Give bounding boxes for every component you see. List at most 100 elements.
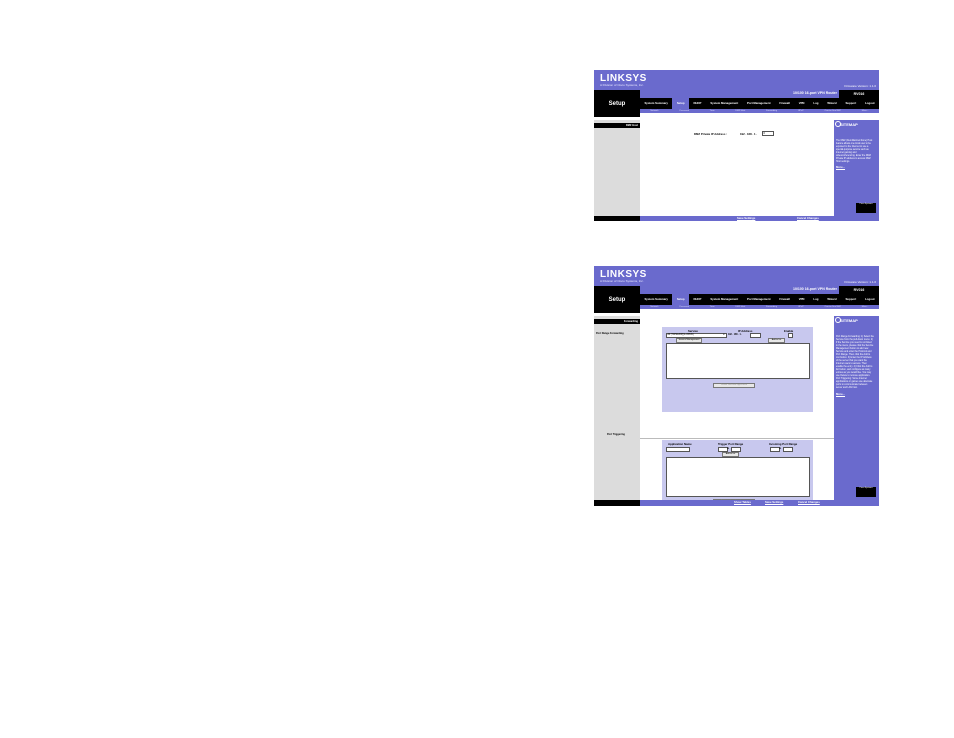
application-name-header: Application Name xyxy=(668,442,692,446)
main-tabs: System Summary Setup DHCP System Managem… xyxy=(640,98,879,109)
sitemap-panel: SITEMAP Port Range Forwarding: 1) Select… xyxy=(834,316,879,500)
tab-setup[interactable]: Setup xyxy=(672,294,690,305)
tab-dhcp[interactable]: DHCP xyxy=(689,294,706,305)
port-triggering-label: Port Triggering xyxy=(607,433,625,436)
tab-wizard[interactable]: Wizard xyxy=(823,98,841,109)
more-link[interactable]: More... xyxy=(836,393,874,396)
header-bar: LINKSYS A Division of Cisco Systems, Inc… xyxy=(594,70,879,90)
subtab-more[interactable]: More... xyxy=(851,109,879,113)
forwarding-list[interactable] xyxy=(666,343,810,379)
screenshot-forwarding: LINKSYS A Division of Cisco Systems, Inc… xyxy=(594,266,879,506)
help-paragraph: The DMZ (Demilitarized Zone) Host featur… xyxy=(836,140,873,163)
incoming-range-to: to xyxy=(779,447,782,450)
main-content: DMZ Private IP Address : 192 . 168 . 1 .… xyxy=(640,117,834,216)
help-text: Port Range Forwarding: 1) Select the Ser… xyxy=(836,336,874,396)
sub-tabs: Network Password Time DMZ Host Forwardin… xyxy=(640,305,879,309)
application-name-input[interactable] xyxy=(666,447,690,452)
product-name: 10/100 16-port VPN Router xyxy=(793,287,837,291)
trigger-port-range-header: Trigger Port Range xyxy=(718,442,744,446)
subtab-password[interactable]: Password xyxy=(669,305,699,309)
tab-wizard[interactable]: Wizard xyxy=(823,294,841,305)
left-column xyxy=(594,120,640,216)
subtab-forwarding[interactable]: Forwarding xyxy=(756,305,788,309)
tab-vpn[interactable]: VPN xyxy=(794,294,809,305)
section-divider xyxy=(640,438,834,439)
port-range-forwarding-label: Port Range Forwarding xyxy=(596,332,624,335)
dmz-ip-last-octet-input[interactable]: 0 xyxy=(762,131,774,136)
product-bar: 10/100 16-port VPN Router RV016 xyxy=(640,90,879,98)
logo-subtitle: A Division of Cisco Systems, Inc. xyxy=(600,83,644,87)
subtab-network[interactable]: Network xyxy=(640,305,669,309)
save-settings-button[interactable]: Save Settings xyxy=(765,500,783,505)
tab-system-management[interactable]: System Management xyxy=(706,98,743,109)
subtab-network[interactable]: Network xyxy=(640,109,669,113)
sitemap-title[interactable]: SITEMAP xyxy=(840,318,858,323)
bottom-bar-left xyxy=(594,500,640,506)
screenshot-dmz-host: LINKSYS A Division of Cisco Systems, Inc… xyxy=(594,70,879,221)
section-title: Setup xyxy=(594,90,640,117)
page-label: DMZ Host xyxy=(594,123,640,128)
more-link[interactable]: More... xyxy=(836,166,874,169)
tab-log[interactable]: Log xyxy=(809,98,823,109)
subtab-dmz-host[interactable]: DMZ Host xyxy=(725,305,756,309)
dmz-ip-prefix: 192 . 168 . 1 . xyxy=(740,132,758,136)
cisco-logo: Cisco Systems xyxy=(856,203,876,213)
section-title: Setup xyxy=(594,286,640,313)
cancel-changes-button[interactable]: Cancel Changes xyxy=(797,216,819,221)
product-bar: 10/100 16-port VPN Router RV016 xyxy=(640,286,879,294)
save-settings-button[interactable]: Save Settings xyxy=(737,216,755,221)
bottom-bar: Show Tables Save Settings Cancel Changes xyxy=(594,500,879,506)
tab-system-summary[interactable]: System Summary xyxy=(640,98,672,109)
dmz-ip-label: DMZ Private IP Address : xyxy=(694,132,728,136)
tab-vpn[interactable]: VPN xyxy=(794,98,809,109)
subtab-one-to-one-nat[interactable]: One-to-One NAT xyxy=(814,305,851,309)
subtab-password[interactable]: Password xyxy=(669,109,699,113)
enable-checkbox[interactable] xyxy=(788,333,793,338)
help-paragraph: Port Range Forwarding: 1) Select the Ser… xyxy=(836,336,874,389)
firmware-version: Firmware Version: 1.1.0 xyxy=(844,84,876,88)
sub-tabs: Network Password Time DMZ Host Forwardin… xyxy=(640,109,879,113)
subtab-more[interactable]: More... xyxy=(851,305,879,309)
tab-support[interactable]: Support xyxy=(841,98,861,109)
forward-ip-prefix: 192 . 168 . 1 . xyxy=(728,333,743,336)
help-text: The DMZ (Demilitarized Zone) Host featur… xyxy=(836,140,874,169)
delete-selected-button[interactable]: Delete selected application xyxy=(713,383,755,388)
tab-port-management[interactable]: Port Management xyxy=(743,294,775,305)
tab-support[interactable]: Support xyxy=(841,294,861,305)
port-range-forwarding-panel: Service IP Address Enable All (TCP&UDP)[… xyxy=(662,327,813,412)
tab-system-summary[interactable]: System Summary xyxy=(640,294,672,305)
cancel-changes-button[interactable]: Cancel Changes xyxy=(798,500,820,505)
trigger-range-to: to xyxy=(727,447,730,450)
show-tables-button[interactable]: Show Tables xyxy=(734,500,751,505)
forward-ip-last-octet-input[interactable] xyxy=(750,333,761,338)
chevron-down-icon: ▼ xyxy=(722,334,725,336)
tab-firewall[interactable]: Firewall xyxy=(775,98,794,109)
tab-firewall[interactable]: Firewall xyxy=(775,294,794,305)
bottom-bar-left xyxy=(594,216,640,221)
tab-dhcp[interactable]: DHCP xyxy=(689,98,706,109)
tab-system-management[interactable]: System Management xyxy=(706,294,743,305)
subtab-time[interactable]: Time xyxy=(699,109,725,113)
subtab-forwarding[interactable]: Forwarding xyxy=(756,109,788,113)
cisco-logo-text: Cisco Systems xyxy=(859,203,873,205)
main-content: Service IP Address Enable All (TCP&UDP)[… xyxy=(640,313,834,506)
subtab-one-to-one-nat[interactable]: One-to-One NAT xyxy=(814,109,851,113)
triggering-list[interactable] xyxy=(666,457,810,497)
subtab-time[interactable]: Time xyxy=(699,305,725,309)
logo-subtitle: A Division of Cisco Systems, Inc. xyxy=(600,279,644,283)
subtab-upnp[interactable]: UPnP xyxy=(788,109,815,113)
subtab-upnp[interactable]: UPnP xyxy=(788,305,815,309)
tab-logout[interactable]: Logout xyxy=(861,294,879,305)
tab-log[interactable]: Log xyxy=(809,294,823,305)
tab-logout[interactable]: Logout xyxy=(861,98,879,109)
subtab-dmz-host[interactable]: DMZ Host xyxy=(725,109,756,113)
tab-port-management[interactable]: Port Management xyxy=(743,98,775,109)
incoming-port-range-header: Incoming Port Range xyxy=(769,442,798,446)
product-name: 10/100 16-port VPN Router xyxy=(793,91,837,95)
main-tabs: System Summary Setup DHCP System Managem… xyxy=(640,294,879,305)
model-name: RV016 xyxy=(839,286,879,294)
incoming-port-end-input[interactable] xyxy=(783,447,793,452)
sitemap-panel: SITEMAP The DMZ (Demilitarized Zone) Hos… xyxy=(834,120,879,216)
tab-setup[interactable]: Setup xyxy=(672,98,690,109)
sitemap-title[interactable]: SITEMAP xyxy=(840,122,858,127)
